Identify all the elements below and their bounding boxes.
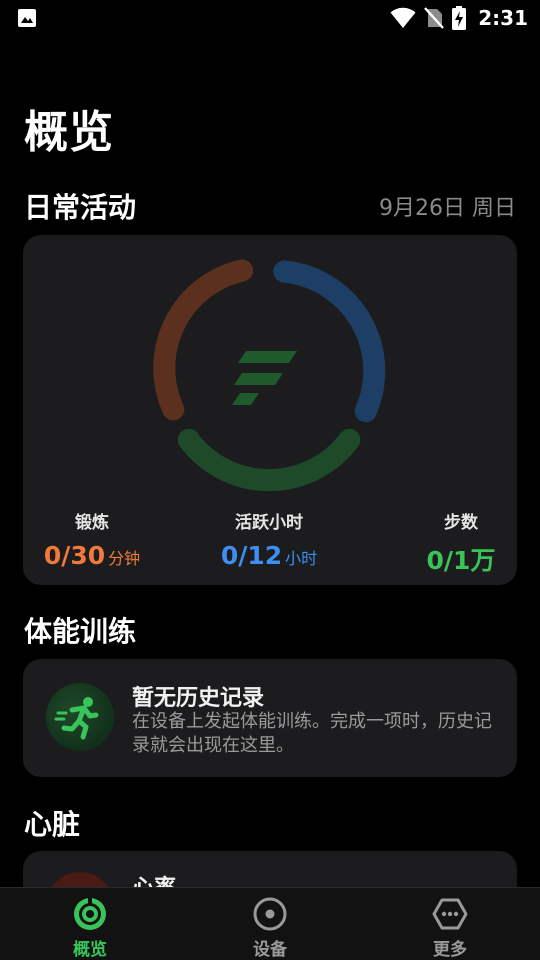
fitness-title: 体能训练 [24, 615, 137, 648]
more-icon [432, 898, 468, 930]
nav-device-label: 设备 [253, 940, 287, 960]
page-title: 概览 [24, 107, 114, 158]
battery-charging-icon [452, 6, 467, 30]
exercise-value: 0/30 [43, 541, 106, 570]
nav-more[interactable]: 更多 [360, 888, 540, 960]
bottom-nav: 概览 设备 更多 [0, 887, 540, 960]
exercise-unit: 分钟 [108, 549, 141, 568]
image-notification-icon [18, 9, 36, 27]
steps-value: 0/1万 [426, 546, 496, 575]
exercise-label: 锻炼 [75, 513, 109, 533]
active-hours-value: 0/12 [220, 541, 283, 570]
nav-overview[interactable]: 概览 [0, 888, 180, 960]
steps-label: 步数 [444, 513, 478, 533]
no-sim-icon [424, 7, 445, 29]
active-hours-stat: 活跃小时 0/12 小时 [206, 508, 332, 570]
daily-activity-title: 日常活动 [24, 191, 137, 224]
steps-ring [177, 428, 361, 492]
running-icon [46, 683, 114, 751]
exercise-stat: 锻炼 0/30 分钟 [40, 508, 144, 570]
device-icon [253, 897, 287, 931]
active-hours-unit: 小时 [285, 549, 318, 568]
nav-overview-label: 概览 [73, 940, 107, 960]
steps-stat: 步数 0/1万 [414, 508, 508, 577]
no-history-desc: 在设备上发起体能训练。完成一项时，历史记录就会出现在这里。 [132, 711, 492, 756]
wifi-icon [390, 7, 416, 29]
nav-more-label: 更多 [433, 940, 467, 960]
overview-icon [74, 897, 106, 930]
active-hours-label: 活跃小时 [235, 513, 303, 533]
status-bar: 2:31 [0, 0, 540, 36]
exercise-ring [153, 259, 254, 421]
status-time: 2:31 [478, 6, 528, 30]
active-hours-ring [273, 260, 386, 423]
app-logo-icon [232, 351, 297, 405]
nav-device[interactable]: 设备 [180, 888, 360, 960]
heart-title: 心脏 [24, 808, 81, 841]
no-history-title: 暂无历史记录 [132, 686, 265, 711]
activity-date: 9月26日 周日 [379, 196, 516, 221]
